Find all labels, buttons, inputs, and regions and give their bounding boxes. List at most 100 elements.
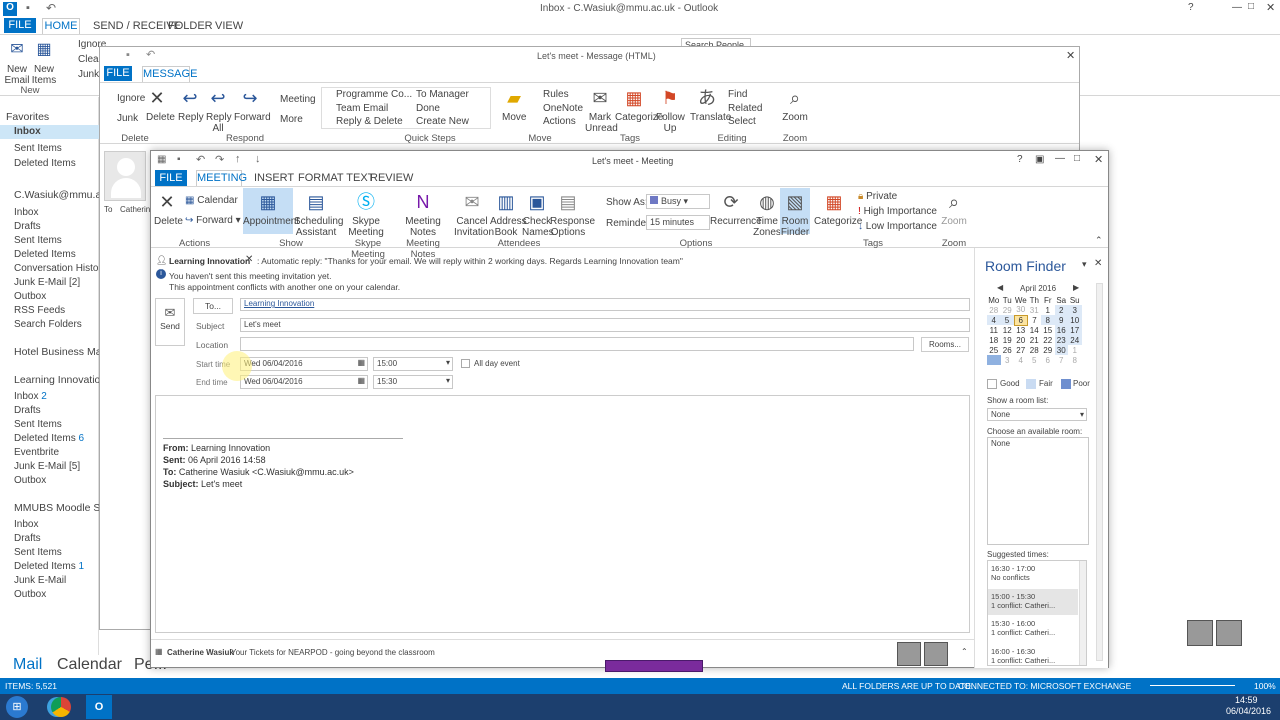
recording-toolbar[interactable]	[605, 660, 703, 672]
start-date-field[interactable]: Wed 06/04/2016 ▦	[240, 357, 368, 371]
mtg-check-names-button[interactable]: ▣ Check Names	[522, 191, 554, 238]
outlook-taskbar-icon[interactable]: O	[86, 695, 112, 719]
room-finder-scrollbar[interactable]	[1096, 283, 1103, 661]
main-tab-file[interactable]: FILE	[4, 18, 36, 33]
room-list-select[interactable]: None ▾	[987, 408, 1087, 421]
mtg-tab-format-text[interactable]: FORMAT TEXT	[298, 172, 374, 184]
new-email-button[interactable]: ✉ New Email	[4, 39, 30, 86]
cal-day[interactable]: 30	[1014, 305, 1028, 315]
chrome-icon[interactable]	[51, 697, 71, 717]
cal-day[interactable]: 29	[1001, 305, 1015, 315]
cal-day[interactable]: 16	[1054, 325, 1068, 335]
msg-zoom-button[interactable]: ⌕ Zoom	[782, 87, 808, 123]
cal-day[interactable]: 7	[1055, 355, 1069, 365]
cal-day[interactable]: 18	[987, 335, 1001, 345]
mtg-show-as-select[interactable]: Busy ▾	[646, 194, 710, 209]
nav-li-inbox[interactable]: Inbox 2	[14, 391, 47, 402]
help-icon[interactable]: ?	[1188, 2, 1194, 13]
cal-day[interactable]: 14	[1028, 325, 1042, 335]
nav-account-outbox[interactable]: Outbox	[14, 291, 46, 302]
reading-pane-avatar-2[interactable]	[1216, 620, 1242, 646]
main-tab-home[interactable]: HOME	[42, 18, 80, 34]
msg-related-button[interactable]: Related	[728, 103, 762, 114]
location-field[interactable]	[240, 337, 914, 351]
mtg-tab-file[interactable]: FILE	[155, 170, 187, 186]
nav-li-drafts[interactable]: Drafts	[14, 405, 41, 416]
cal-day[interactable]: 20	[1014, 335, 1028, 345]
cal-day[interactable]: 7	[1028, 315, 1042, 325]
nav-li-junk[interactable]: Junk E-Mail [5]	[14, 461, 80, 472]
mtg-cancel-button[interactable]: ✉ Cancel Invitation	[454, 191, 494, 238]
nav-mail[interactable]: Mail	[13, 656, 42, 674]
to-button[interactable]: To...	[193, 298, 233, 314]
suggestion-item[interactable]: 15:00 - 15:30 1 conflict: Catheri...	[988, 589, 1078, 615]
start-time-field[interactable]: 15:00 ▾	[373, 357, 453, 371]
end-date-calendar-icon[interactable]: ▦	[357, 376, 365, 385]
cal-day[interactable]: 2	[987, 355, 1001, 365]
suggestion-item[interactable]: 16:30 - 17:00 No conflicts	[991, 564, 1035, 582]
send-button[interactable]: ✉ Send	[155, 298, 185, 346]
mtg-zoom-button[interactable]: ⌕ Zoom	[941, 191, 967, 227]
all-day-checkbox[interactable]	[461, 359, 470, 368]
nav-account-inbox[interactable]: Inbox	[14, 207, 38, 218]
message-save-icon[interactable]: ▪	[126, 49, 130, 61]
msg-follow-up-button[interactable]: ⚑ Follow Up	[656, 87, 685, 134]
collapse-ribbon-icon[interactable]: ⌃	[1095, 235, 1103, 246]
msg-rules-button[interactable]: Rules	[543, 89, 569, 100]
cal-day[interactable]: 30	[1054, 345, 1068, 355]
mtg-room-finder-button[interactable]: ▧ Room Finder	[780, 188, 810, 238]
save-icon[interactable]: ▪	[26, 2, 30, 14]
cal-day[interactable]: 29	[1041, 345, 1055, 355]
undo-icon[interactable]: ↶	[46, 1, 56, 15]
people-pane-expand-icon[interactable]: ⌃	[961, 647, 968, 656]
subject-field[interactable]: Let's meet	[240, 318, 970, 332]
message-close-icon[interactable]: ✕	[1066, 49, 1075, 62]
mtg-delete-button[interactable]: ✕ Delete	[154, 191, 183, 227]
mtg-skype-button[interactable]: Ⓢ Skype Meeting	[347, 191, 385, 238]
cal-day[interactable]: 17	[1068, 325, 1082, 335]
mtg-appointment-button[interactable]: ▦ Appointment	[243, 188, 299, 234]
minimize-icon[interactable]: —	[1232, 2, 1242, 13]
reading-pane-avatar-1[interactable]	[1187, 620, 1213, 646]
msg-translate-button[interactable]: あ Translate	[690, 87, 731, 123]
mtg-low-importance-button[interactable]: ↓ Low Importance	[858, 221, 937, 232]
new-items-button[interactable]: ▦ New Items	[30, 39, 58, 86]
mtg-down-icon[interactable]: ↓	[255, 153, 261, 165]
suggestions-scrollbar[interactable]	[1079, 561, 1086, 665]
msg-delete-button[interactable]: ✕ Delete	[146, 87, 175, 123]
cal-day[interactable]: 27	[1014, 345, 1028, 355]
mtg-up-icon[interactable]: ↑	[235, 153, 241, 165]
mtg-tab-review[interactable]: REVIEW	[370, 172, 413, 184]
nav-mm-inbox[interactable]: Inbox	[14, 519, 38, 530]
msg-junk-button[interactable]: Junk	[117, 113, 138, 124]
nav-favorites-inbox[interactable]: Inbox	[0, 125, 99, 139]
mtg-forward-button[interactable]: ↪ Forward ▾	[185, 215, 241, 226]
to-field[interactable]: Learning Innovation	[240, 298, 970, 311]
mtg-high-importance-button[interactable]: ! High Importance	[858, 206, 937, 217]
close-icon[interactable]: ✕	[1266, 1, 1275, 14]
nav-account-drafts[interactable]: Drafts	[14, 221, 41, 232]
mtg-calendar-button[interactable]: ▦ Calendar	[185, 195, 238, 206]
nav-account-deleted[interactable]: Deleted Items	[14, 249, 76, 260]
nav-mm-sent[interactable]: Sent Items	[14, 547, 62, 558]
cal-day[interactable]: 25	[987, 345, 1001, 355]
people-name[interactable]: Catherine Wasiuk	[167, 648, 234, 657]
rooms-button[interactable]: Rooms...	[921, 337, 969, 352]
mtg-response-options-button[interactable]: ▤ Response Options	[550, 191, 595, 238]
info-dismiss-icon[interactable]: ✕	[245, 254, 253, 265]
main-tab-view[interactable]: VIEW	[215, 20, 243, 32]
cal-day[interactable]: 5	[1028, 355, 1042, 365]
msg-ignore-button[interactable]: Ignore	[117, 93, 145, 104]
mtg-notes-button[interactable]: N Meeting Notes	[405, 191, 441, 238]
cal-day[interactable]: 13	[1014, 325, 1028, 335]
next-month-icon[interactable]: ▶	[1073, 283, 1079, 292]
room-finder-close-icon[interactable]: ✕	[1094, 258, 1102, 269]
cal-day[interactable]: 6	[1041, 355, 1055, 365]
cal-day[interactable]: 21	[1028, 335, 1042, 345]
main-tab-folder[interactable]: FOLDER	[168, 20, 213, 32]
people-avatar-2[interactable]	[924, 642, 948, 666]
li-header[interactable]: Learning Innovation	[14, 374, 106, 386]
msg-actions-button[interactable]: Actions	[543, 116, 576, 127]
message-tab-file[interactable]: FILE	[104, 66, 132, 81]
nav-mm-deleted[interactable]: Deleted Items 1	[14, 561, 84, 572]
